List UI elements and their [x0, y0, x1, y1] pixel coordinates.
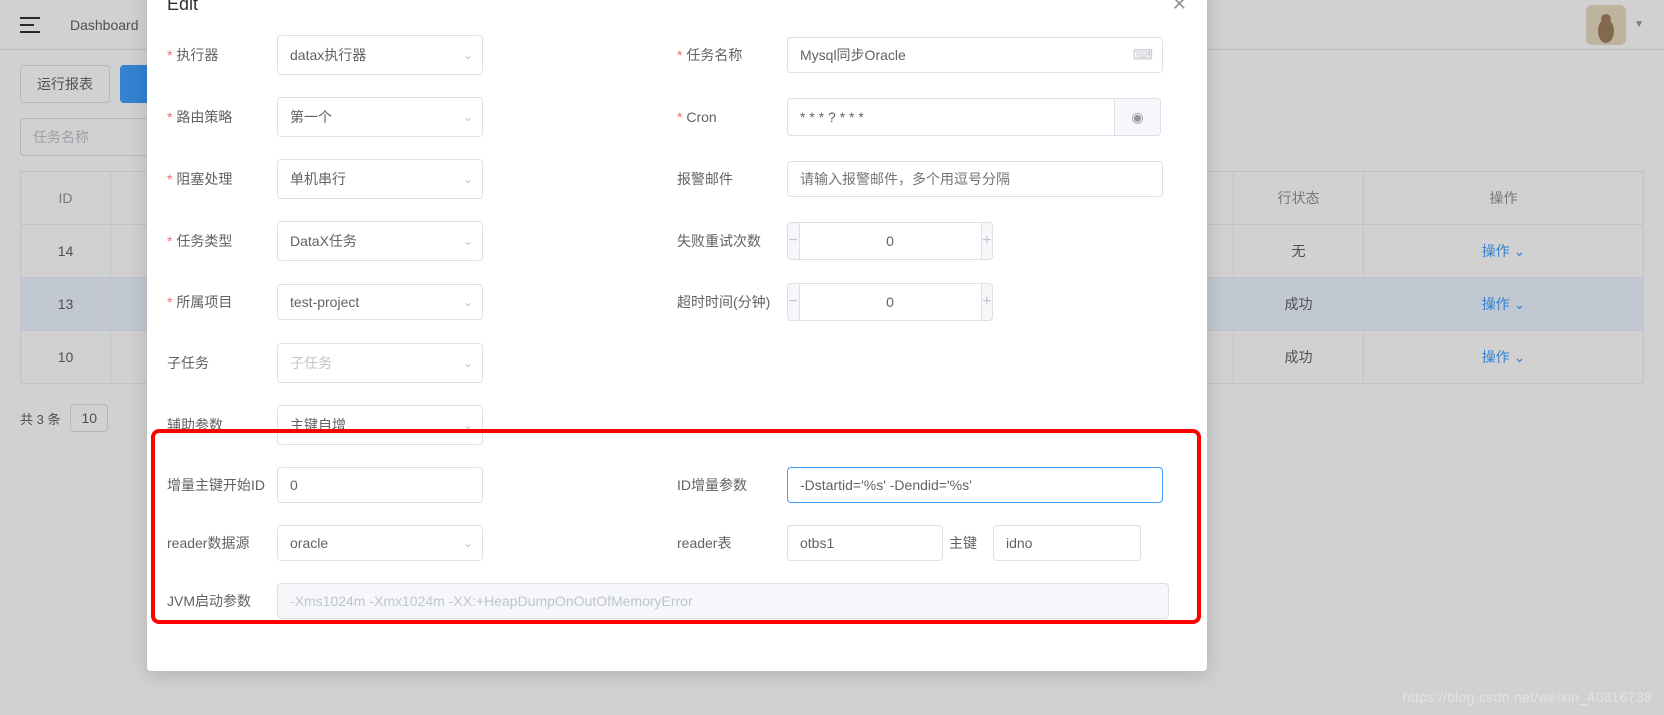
- decrement-button[interactable]: −: [787, 222, 800, 260]
- task-name-input[interactable]: [787, 37, 1163, 73]
- reader-table-input[interactable]: [787, 525, 943, 561]
- cron-input[interactable]: [787, 98, 1115, 136]
- label-jvm: JVM启动参数: [167, 591, 277, 611]
- watermark: https://blog.csdn.net/weixin_40816738: [1403, 689, 1652, 705]
- timeout-input[interactable]: [800, 283, 981, 321]
- route-select[interactable]: 第一个: [277, 97, 483, 137]
- block-select[interactable]: 单机串行: [277, 159, 483, 199]
- retry-input[interactable]: [800, 222, 981, 260]
- project-select[interactable]: test-project: [277, 284, 483, 320]
- label-project: 所属项目: [167, 292, 277, 312]
- label-reader-table: reader表: [677, 533, 787, 553]
- label-cron: Cron: [677, 109, 787, 125]
- task-type-select[interactable]: DataX任务: [277, 221, 483, 261]
- increment-button[interactable]: +: [981, 222, 994, 260]
- subtask-select[interactable]: 子任务: [277, 343, 483, 383]
- pk-input[interactable]: [993, 525, 1141, 561]
- label-subtask: 子任务: [167, 353, 277, 373]
- jvm-input[interactable]: [277, 583, 1169, 619]
- label-pk: 主键: [943, 533, 993, 553]
- label-id-param: ID增量参数: [677, 475, 787, 495]
- keyboard-icon: ⌨: [1133, 47, 1153, 64]
- start-id-input[interactable]: [277, 467, 483, 503]
- label-start-id: 增量主键开始ID: [167, 475, 277, 495]
- aux-param-select[interactable]: 主键自增: [277, 405, 483, 445]
- label-alarm-email: 报警邮件: [677, 169, 787, 189]
- retry-stepper[interactable]: − +: [787, 222, 993, 260]
- edit-modal: Edit ✕ 执行器 datax执行器⌄ 任务名称 ⌨ 路由策略 第一个⌄ Cr…: [147, 0, 1207, 671]
- label-task-type: 任务类型: [167, 231, 277, 251]
- cron-preview-button[interactable]: ◉: [1115, 98, 1161, 136]
- executor-select[interactable]: datax执行器: [277, 35, 483, 75]
- label-executor: 执行器: [167, 45, 277, 65]
- close-icon[interactable]: ✕: [1172, 0, 1187, 15]
- modal-title: Edit: [167, 0, 198, 15]
- increment-button[interactable]: +: [981, 283, 994, 321]
- id-param-input[interactable]: [787, 467, 1163, 503]
- label-block: 阻塞处理: [167, 169, 277, 189]
- label-task-name: 任务名称: [677, 45, 787, 65]
- decrement-button[interactable]: −: [787, 283, 800, 321]
- label-aux-param: 辅助参数: [167, 415, 277, 435]
- eye-icon: ◉: [1131, 109, 1143, 126]
- label-timeout: 超时时间(分钟): [677, 292, 787, 312]
- label-retry: 失败重试次数: [677, 231, 787, 251]
- reader-ds-select[interactable]: oracle: [277, 525, 483, 561]
- label-route: 路由策略: [167, 107, 277, 127]
- timeout-stepper[interactable]: − +: [787, 283, 993, 321]
- alarm-email-input[interactable]: [787, 161, 1163, 197]
- label-reader-ds: reader数据源: [167, 533, 277, 553]
